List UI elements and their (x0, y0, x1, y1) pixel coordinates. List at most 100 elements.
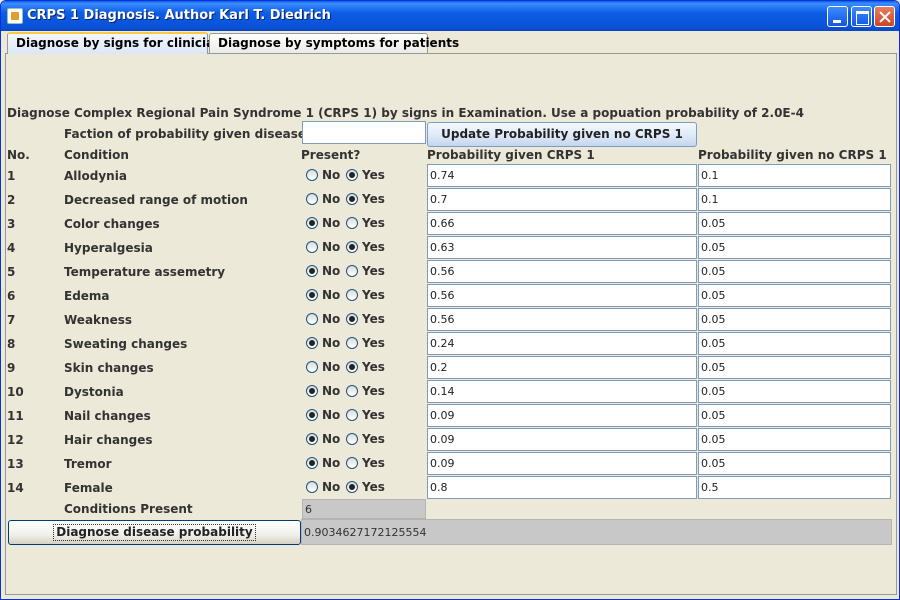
radio-yes[interactable] (346, 457, 358, 469)
condition-label: Tremor (64, 457, 112, 471)
radio-yes-label: Yes (362, 360, 385, 374)
prob-given-input[interactable]: 0.74 (427, 164, 697, 187)
prob-given-input[interactable]: 0.2 (427, 356, 697, 379)
radio-yes[interactable] (346, 409, 358, 421)
prob-given-no-input[interactable]: 0.05 (698, 404, 891, 427)
radio-no[interactable] (306, 337, 318, 349)
radio-no[interactable] (306, 409, 318, 421)
diagnose-button[interactable]: Diagnose disease probability (8, 520, 301, 545)
radio-no[interactable] (306, 361, 318, 373)
prob-given-no-input[interactable]: 0.5 (698, 476, 891, 499)
prob-given-no-input[interactable]: 0.05 (698, 212, 891, 235)
window-title: CRPS 1 Diagnosis. Author Karl T. Diedric… (27, 8, 331, 23)
tab-signs-clinicians[interactable]: Diagnose by signs for clinicians (7, 32, 230, 54)
prob-given-input[interactable]: 0.66 (427, 212, 697, 235)
prob-given-input[interactable]: 0.14 (427, 380, 697, 403)
header-prob-given: Probability given CRPS 1 (427, 148, 595, 162)
radio-no[interactable] (306, 169, 318, 181)
radio-yes[interactable] (346, 361, 358, 373)
title-bar[interactable]: CRPS 1 Diagnosis. Author Karl T. Diedric… (1, 1, 899, 31)
radio-yes-label: Yes (362, 432, 385, 446)
minimize-button[interactable] (827, 6, 848, 27)
radio-no[interactable] (306, 265, 318, 277)
radio-no[interactable] (306, 481, 318, 493)
row-number: 5 (7, 265, 16, 279)
prob-given-input[interactable]: 0.09 (427, 452, 697, 475)
condition-label: Sweating changes (64, 337, 188, 351)
radio-yes[interactable] (346, 169, 358, 181)
prob-given-no-input[interactable]: 0.05 (698, 308, 891, 331)
radio-no-label: No (322, 432, 341, 446)
radio-yes[interactable] (346, 313, 358, 325)
radio-no[interactable] (306, 241, 318, 253)
prob-given-no-input[interactable]: 0.05 (698, 284, 891, 307)
prob-given-no-input[interactable]: 0.1 (698, 188, 891, 211)
prob-given-input[interactable]: 0.56 (427, 308, 697, 331)
header-prob-given-no: Probability given no CRPS 1 (698, 148, 887, 162)
prob-given-input[interactable]: 0.24 (427, 332, 697, 355)
radio-yes[interactable] (346, 265, 358, 277)
fraction-input[interactable] (302, 121, 426, 144)
radio-yes[interactable] (346, 289, 358, 301)
radio-yes[interactable] (346, 193, 358, 205)
radio-no-label: No (322, 288, 341, 302)
header-present: Present? (301, 148, 361, 162)
maximize-button[interactable] (851, 6, 872, 27)
prob-given-input[interactable]: 0.09 (427, 404, 697, 427)
radio-no-label: No (322, 456, 341, 470)
form-description: Diagnose Complex Regional Pain Syndrome … (7, 106, 804, 120)
prob-given-input[interactable]: 0.63 (427, 236, 697, 259)
tab-symptoms-patients[interactable]: Diagnose by symptoms for patients (209, 33, 459, 53)
radio-yes[interactable] (346, 217, 358, 229)
update-probability-button[interactable]: Update Probability given no CRPS 1 (427, 122, 697, 147)
fraction-label: Faction of probability given disease (64, 127, 307, 141)
radio-yes-label: Yes (362, 192, 385, 206)
radio-no[interactable] (306, 313, 318, 325)
prob-given-no-input[interactable]: 0.1 (698, 164, 891, 187)
header-no: No. (7, 148, 30, 162)
prob-given-no-input[interactable]: 0.05 (698, 236, 891, 259)
prob-given-no-input[interactable]: 0.05 (698, 452, 891, 475)
radio-no[interactable] (306, 289, 318, 301)
condition-label: Color changes (64, 217, 160, 231)
row-number: 14 (7, 481, 24, 495)
radio-no[interactable] (306, 457, 318, 469)
prob-given-no-input[interactable]: 0.05 (698, 260, 891, 283)
row-number: 11 (7, 409, 24, 423)
row-number: 12 (7, 433, 24, 447)
radio-yes[interactable] (346, 433, 358, 445)
close-button[interactable] (874, 6, 895, 27)
radio-no-label: No (322, 408, 341, 422)
radio-no[interactable] (306, 217, 318, 229)
app-window: CRPS 1 Diagnosis. Author Karl T. Diedric… (0, 0, 900, 600)
radio-no-label: No (322, 360, 341, 374)
prob-given-no-input[interactable]: 0.05 (698, 356, 891, 379)
radio-yes-label: Yes (362, 216, 385, 230)
conditions-present-label: Conditions Present (64, 502, 193, 516)
conditions-present-field: 6 (302, 499, 426, 519)
radio-yes[interactable] (346, 481, 358, 493)
radio-yes-label: Yes (362, 264, 385, 278)
radio-no-label: No (322, 192, 341, 206)
radio-yes[interactable] (346, 337, 358, 349)
prob-given-input[interactable]: 0.56 (427, 284, 697, 307)
radio-yes-label: Yes (362, 240, 385, 254)
prob-given-input[interactable]: 0.56 (427, 260, 697, 283)
radio-no-label: No (322, 480, 341, 494)
radio-no[interactable] (306, 433, 318, 445)
java-cup-icon (7, 8, 23, 24)
radio-yes[interactable] (346, 241, 358, 253)
radio-yes[interactable] (346, 385, 358, 397)
prob-given-input[interactable]: 0.09 (427, 428, 697, 451)
condition-label: Nail changes (64, 409, 151, 423)
prob-given-no-input[interactable]: 0.05 (698, 380, 891, 403)
condition-label: Allodynia (64, 169, 127, 183)
prob-given-input[interactable]: 0.8 (427, 476, 697, 499)
radio-no[interactable] (306, 193, 318, 205)
header-condition: Condition (64, 148, 129, 162)
prob-given-no-input[interactable]: 0.05 (698, 332, 891, 355)
prob-given-input[interactable]: 0.7 (427, 188, 697, 211)
radio-no[interactable] (306, 385, 318, 397)
prob-given-no-input[interactable]: 0.05 (698, 428, 891, 451)
radio-no-label: No (322, 336, 341, 350)
